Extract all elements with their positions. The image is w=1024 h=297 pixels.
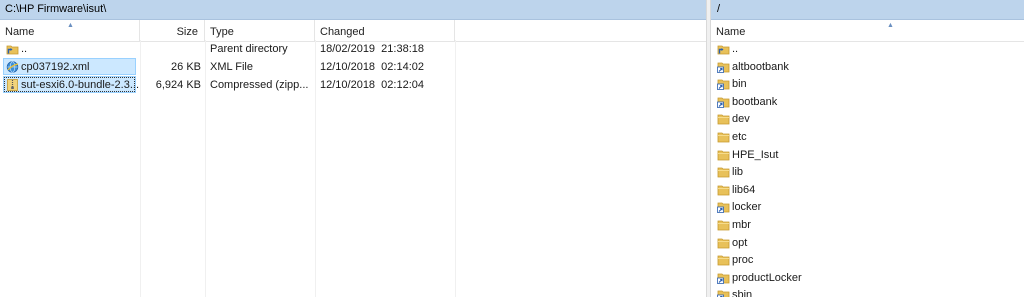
local-column-header: Name ▲ Size Type Changed [0, 20, 706, 42]
folder-row[interactable]: lib64 [711, 181, 1024, 199]
file-changed: 12/10/2018 02:12:04 [320, 79, 424, 91]
file-changed: 18/02/2019 21:38:18 [320, 43, 424, 55]
file-row[interactable]: .. Parent directory 18/02/2019 21:38:18 [0, 40, 706, 58]
folder-row[interactable]: sbin [711, 286, 1024, 297]
folder-link-icon [717, 61, 730, 73]
file-name-cell[interactable]: .. [3, 40, 140, 58]
folder-name: altbootbank [732, 60, 789, 73]
folder-row[interactable]: etc [711, 128, 1024, 146]
file-name-cell[interactable]: sut-esxi6.0-bundle-2.3.... [3, 76, 140, 94]
file-size [140, 40, 201, 58]
remote-panel: / Name ▲ .. altbootbank bin bootbank dev etc H… [711, 0, 1024, 297]
folder-name: lib [732, 166, 744, 179]
folder-name: bootbank [732, 95, 778, 108]
column-header-type[interactable]: Type [205, 20, 315, 41]
sort-ascending-icon: ▲ [67, 22, 74, 29]
folder-row[interactable]: locker [711, 198, 1024, 216]
folder-row[interactable]: opt [711, 234, 1024, 252]
folder-row[interactable]: HPE_Isut [711, 146, 1024, 164]
folder-name: proc [732, 254, 754, 267]
sort-ascending-icon: ▲ [887, 22, 894, 29]
folder-row[interactable]: dev [711, 110, 1024, 128]
folder-icon [717, 254, 730, 266]
folder-name: dev [732, 113, 750, 126]
zip-file-icon [6, 79, 19, 91]
folder-icon [717, 131, 730, 143]
folder-icon [717, 149, 730, 161]
parent-folder-icon [717, 43, 730, 55]
file-type: Compressed (zipp... [210, 79, 309, 91]
xml-file-icon [6, 61, 19, 73]
file-type: Parent directory [210, 43, 288, 55]
folder-name: HPE_Isut [732, 148, 779, 161]
folder-icon [717, 219, 730, 231]
remote-column-header-name[interactable]: Name ▲ [711, 20, 1024, 41]
folder-name: mbr [732, 219, 751, 231]
folder-link-icon [717, 78, 730, 91]
folder-name: opt [732, 236, 748, 249]
local-panel: C:\HP Firmware\isut\ Name ▲ Size Type Ch… [0, 0, 706, 297]
folder-row[interactable]: mbr [711, 216, 1024, 234]
column-header-changed[interactable]: Changed [315, 20, 455, 41]
column-header-size[interactable]: Size [140, 20, 205, 41]
folder-link-icon [717, 272, 730, 284]
remote-column-header: Name ▲ [711, 20, 1024, 42]
folder-icon [717, 237, 730, 249]
file-row[interactable]: sut-esxi6.0-bundle-2.3.... 6,924 KB Compre… [0, 76, 706, 94]
remote-column-header-name-label: Name [716, 26, 746, 38]
file-name: cp037192.xml [21, 61, 90, 73]
parent-folder-icon [6, 43, 19, 55]
folder-row[interactable]: lib [711, 163, 1024, 181]
folder-name: productLocker [732, 271, 802, 284]
column-header-name-label: Name [5, 26, 35, 38]
folder-name: etc [732, 131, 747, 143]
folder-link-icon [717, 289, 730, 297]
folder-name: .. [732, 43, 739, 55]
folder-icon [717, 184, 730, 196]
folder-icon [717, 113, 730, 125]
file-size: 6,924 KB [155, 79, 201, 91]
local-path-bar[interactable]: C:\HP Firmware\isut\ [0, 0, 706, 20]
folder-row[interactable]: productLocker [711, 269, 1024, 287]
file-type: XML File [210, 61, 253, 73]
folder-row[interactable]: .. [711, 40, 1024, 58]
folder-link-icon [717, 201, 730, 214]
folder-row[interactable]: altbootbank [711, 58, 1024, 76]
folder-row[interactable]: proc [711, 251, 1024, 269]
folder-name: lib64 [732, 183, 756, 196]
folder-icon [717, 166, 730, 178]
folder-link-icon [717, 96, 730, 108]
file-changed: 12/10/2018 02:14:02 [320, 61, 424, 73]
file-name-cell[interactable]: cp037192.xml [3, 58, 140, 76]
file-size: 26 KB [171, 61, 201, 73]
folder-name: locker [732, 201, 762, 214]
column-header-name[interactable]: Name ▲ [0, 20, 140, 41]
folder-row[interactable]: bin [711, 75, 1024, 93]
file-row[interactable]: cp037192.xml 26 KB XML File 12/10/2018 02:1… [0, 58, 706, 76]
file-name: sut-esxi6.0-bundle-2.3.... [21, 79, 140, 91]
folder-name: sbin [732, 289, 753, 297]
folder-name: bin [732, 78, 747, 91]
folder-row[interactable]: bootbank [711, 93, 1024, 111]
file-name: .. [21, 43, 28, 55]
remote-path-bar[interactable]: / [711, 0, 1024, 20]
